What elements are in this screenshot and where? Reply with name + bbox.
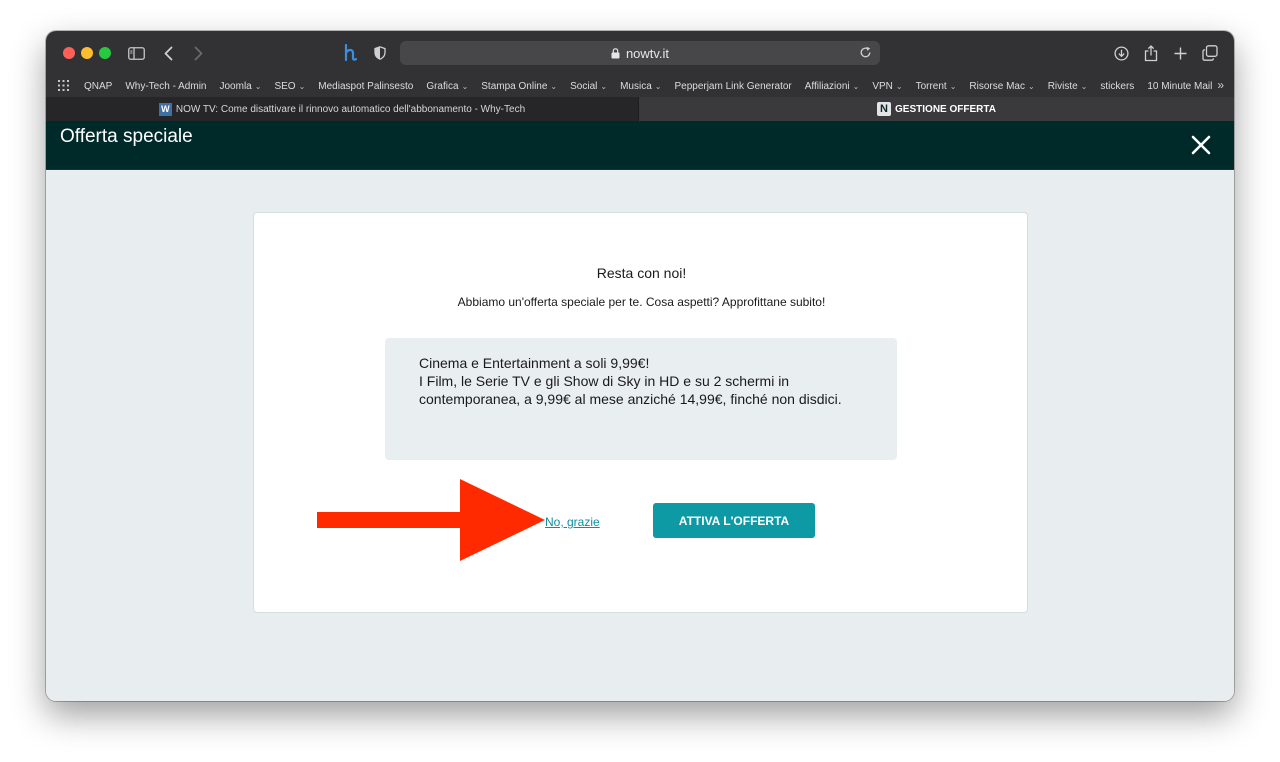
chevron-down-icon: ⌄ xyxy=(550,81,558,91)
zoom-window-button[interactable] xyxy=(99,47,111,59)
forward-icon[interactable] xyxy=(191,42,205,64)
more-bookmarks-icon[interactable]: » xyxy=(1217,78,1224,92)
apps-grid-icon[interactable] xyxy=(58,80,70,92)
bookmark-qnap[interactable]: QNAP xyxy=(84,81,112,92)
chevron-down-icon: ⌄ xyxy=(895,81,903,91)
chevron-down-icon: ⌄ xyxy=(600,81,608,91)
honey-extension-icon[interactable] xyxy=(341,42,357,64)
tab-title: GESTIONE OFFERTA xyxy=(895,103,996,115)
minimize-window-button[interactable] xyxy=(81,47,93,59)
bookmark-folder-musica[interactable]: Musica ⌄ xyxy=(620,81,661,92)
bookmark-stickers[interactable]: stickers xyxy=(1100,81,1134,92)
offer-details-box: Cinema e Entertainment a soli 9,99€! I F… xyxy=(385,338,897,460)
page-header: Offerta speciale xyxy=(46,121,1234,170)
bookmark-folder-social[interactable]: Social ⌄ xyxy=(570,81,607,92)
bookmark-folder-torrent[interactable]: Torrent ⌄ xyxy=(916,81,957,92)
page-content: Resta con noi! Abbiamo un'offerta specia… xyxy=(46,170,1234,701)
tab-why-tech-article[interactable]: W NOW TV: Come disattivare il rinnovo au… xyxy=(46,97,639,121)
new-tab-icon[interactable] xyxy=(1171,42,1189,64)
chevron-down-icon: ⌄ xyxy=(654,81,662,91)
chevron-down-icon: ⌄ xyxy=(461,81,469,91)
tab-title: NOW TV: Come disattivare il rinnovo auto… xyxy=(175,103,526,115)
offer-heading: Resta con noi! xyxy=(596,265,687,281)
address-text: nowtv.it xyxy=(625,45,670,61)
bookmark-why-tech-admin[interactable]: Why-Tech - Admin xyxy=(125,81,206,92)
tab-overview-icon[interactable] xyxy=(1201,42,1219,64)
chevron-down-icon: ⌄ xyxy=(949,81,957,91)
now-tv-favicon-icon: N xyxy=(877,102,892,116)
address-bar[interactable]: nowtv.it xyxy=(400,41,880,65)
bookmark-10-minute-mail[interactable]: 10 Minute Mail xyxy=(1147,81,1212,92)
bookmark-folder-seo[interactable]: SEO ⌄ xyxy=(274,81,305,92)
why-tech-favicon-icon: W xyxy=(158,102,172,116)
page-title: Offerta speciale xyxy=(60,126,193,147)
back-icon[interactable] xyxy=(161,42,175,64)
bookmark-folder-risorse-mac[interactable]: Risorse Mac ⌄ xyxy=(969,81,1034,92)
sidebar-toggle-icon[interactable] xyxy=(126,42,146,64)
chevron-down-icon: ⌄ xyxy=(254,81,262,91)
chevron-down-icon: ⌄ xyxy=(1080,81,1088,91)
chevron-down-icon: ⌄ xyxy=(298,81,306,91)
bookmark-folder-vpn[interactable]: VPN ⌄ xyxy=(872,81,902,92)
bookmark-folder-affiliazioni[interactable]: Affiliazioni ⌄ xyxy=(805,81,860,92)
offer-description: I Film, le Serie TV e gli Show di Sky in… xyxy=(419,373,842,407)
bookmark-folder-grafica[interactable]: Grafica ⌄ xyxy=(426,81,468,92)
share-icon[interactable] xyxy=(1142,42,1160,64)
downloads-icon[interactable] xyxy=(1112,42,1130,64)
chevron-down-icon: ⌄ xyxy=(852,81,860,91)
bookmarks-bar: QNAP Why-Tech - Admin Joomla ⌄ SEO ⌄ Media… xyxy=(46,75,1234,97)
activate-offer-button[interactable]: ATTIVA L'OFFERTA xyxy=(653,503,815,538)
tab-gestione-offerta[interactable]: N GESTIONE OFFERTA xyxy=(639,97,1234,121)
bookmark-folder-riviste[interactable]: Riviste ⌄ xyxy=(1048,81,1088,92)
offer-title: Cinema e Entertainment a soli 9,99€! xyxy=(419,355,650,371)
chevron-down-icon: ⌄ xyxy=(1027,81,1035,91)
close-window-button[interactable] xyxy=(63,47,75,59)
bookmark-pepperjam-link-generator[interactable]: Pepperjam Link Generator xyxy=(674,81,791,92)
red-arrow-annotation-icon xyxy=(317,479,545,561)
privacy-shield-icon[interactable] xyxy=(373,42,387,64)
browser-window: nowtv.it QNAP Why-Tech - Admin Joomla ⌄ S… xyxy=(46,31,1234,701)
close-icon[interactable] xyxy=(1190,134,1212,156)
offer-subheading: Abbiamo un'offerta speciale per te. Cosa… xyxy=(457,295,826,309)
tab-bar: W NOW TV: Come disattivare il rinnovo au… xyxy=(46,97,1234,121)
browser-toolbar: nowtv.it xyxy=(46,31,1234,75)
bookmark-mediaspot-palinsesto[interactable]: Mediaspot Palinsesto xyxy=(318,81,413,92)
decline-offer-link[interactable]: No, grazie xyxy=(545,515,600,529)
reload-icon[interactable] xyxy=(859,46,872,59)
bookmark-folder-joomla[interactable]: Joomla ⌄ xyxy=(219,81,261,92)
lock-icon xyxy=(611,47,620,59)
bookmark-folder-stampa-online[interactable]: Stampa Online ⌄ xyxy=(481,81,557,92)
